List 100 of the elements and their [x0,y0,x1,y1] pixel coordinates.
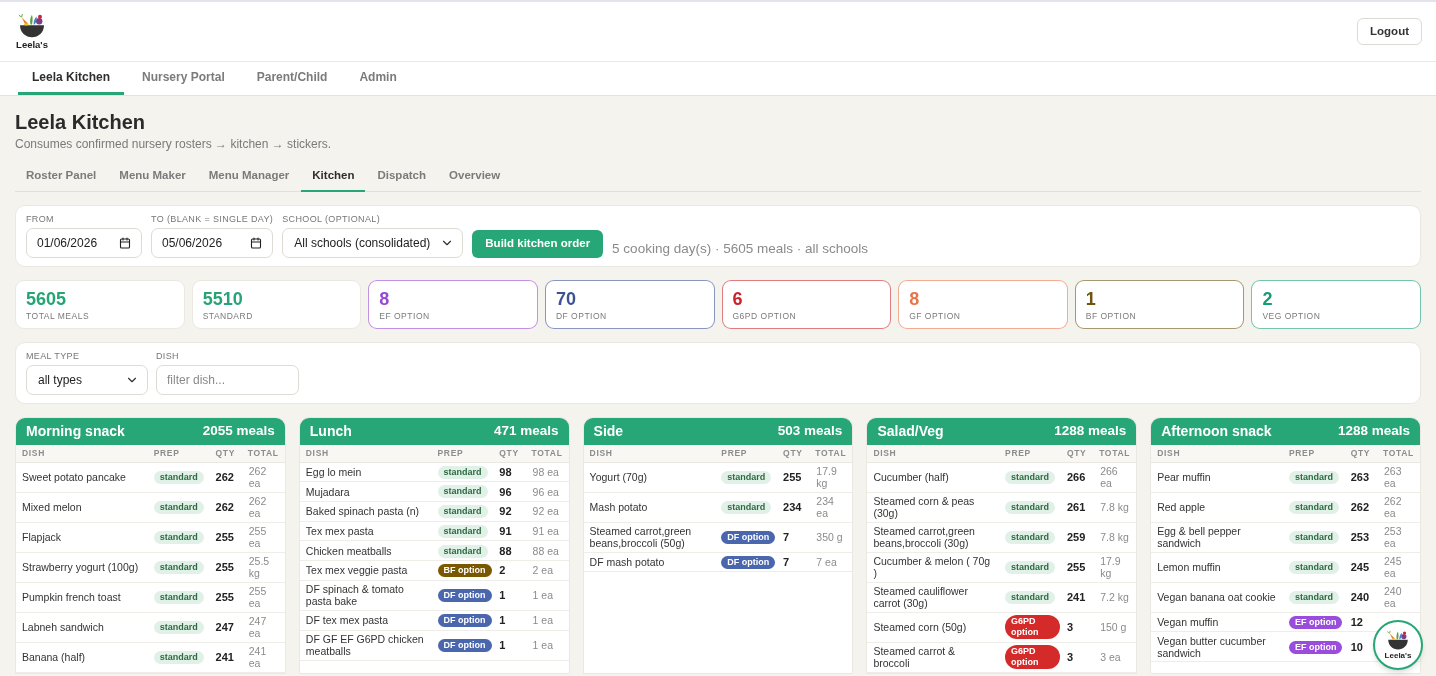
prep-tag: standard [721,500,772,514]
nav-tab[interactable]: Admin [345,62,411,95]
prep-tag: standard [437,524,488,538]
qty-cell: 1 [493,630,526,661]
prep-tag: DF option [721,530,776,544]
nav-tab[interactable]: Leela Kitchen [18,62,125,95]
column-header: QTY [1060,445,1094,462]
qty-cell: 247 [209,612,242,642]
meal-type-title: Afternoon snack [1161,422,1272,441]
field-label: DISH [156,351,180,361]
total-cell: 150 g [1093,612,1137,642]
select-field[interactable]: All schools (consolidated) [282,228,464,258]
dish-cell: Vegan butter cucumber sandwich [1151,631,1283,662]
stat-label: DF OPTION [555,311,608,321]
qty-cell: 266 [1060,462,1094,492]
total-cell: 92 ea [525,501,569,522]
stat-value: 8 [379,289,391,309]
total-cell: 91 ea [525,521,569,541]
dish-cell: Sweet potato pancake [16,462,148,492]
text-field[interactable]: filter dish... [156,365,299,395]
dish-cell: DF tex mex pasta [299,610,432,631]
dish-cell: Baked spinach pasta (n) [299,501,432,522]
prep-tag: EF option [1288,640,1343,654]
column-header: QTY [1344,445,1377,462]
total-cell: 253 ea [1376,522,1420,552]
dish-cell: Flapjack [16,522,148,552]
prep-tag: standard [153,620,204,634]
calendar-icon [250,237,263,249]
qty-cell: 7 [777,552,810,572]
prep-tag: standard [153,470,204,484]
column-header: TOTAL [1376,445,1420,462]
prep-tag: standard [1005,470,1056,484]
order-summary: 5 cooking day(s) · 5605 meals · all schools [612,241,868,257]
column-header: PREP [431,445,494,462]
dish-cell: Steamed carrot & broccoli [867,642,1000,672]
qty-cell: 262 [1344,492,1377,522]
stat-value: 6 [732,289,744,309]
prep-tag: DF option [437,614,492,628]
total-cell: 262 ea [241,492,285,522]
stat-label: TOTAL MEALS [26,311,91,321]
prep-tag: standard [1288,500,1339,514]
dish-cell: Cucumber (half) [867,462,1000,492]
section-tab[interactable]: Roster Panel [15,162,108,192]
prep-tag: G6PD option [1005,615,1060,639]
dish-cell: Chicken meatballs [299,540,432,561]
column-header: QTY [209,445,242,462]
prep-tag: G6PD option [1005,645,1060,669]
section-tab[interactable]: Menu Maker [108,162,197,192]
total-cell: 17.9 kg [809,462,853,492]
dish-cell: Pear muffin [1151,462,1283,492]
nav-tab[interactable]: Parent/Child [242,62,342,95]
prep-tag: DF option [437,638,492,652]
date-field[interactable]: 01/06/2026 [26,228,142,258]
section-tab[interactable]: Dispatch [366,162,438,192]
qty-cell: 234 [777,492,810,522]
dish-cell: Labneh sandwich [16,612,148,642]
stat-label: EF OPTION [379,311,431,321]
total-cell: 240 ea [1376,582,1420,612]
total-cell: 7 ea [809,552,853,572]
build-order-button[interactable]: Build kitchen order [472,230,604,258]
logo-text: Leela's [16,39,48,50]
prep-tag: standard [153,500,204,514]
prep-tag: standard [437,505,488,519]
meal-count: 503 meals [777,422,843,441]
section-tab[interactable]: Overview [438,162,512,192]
dish-cell: Pumpkin french toast [16,582,148,612]
page-title: Leela Kitchen [15,110,147,134]
dish-cell: Egg & bell pepper sandwich [1151,522,1283,552]
qty-cell: 262 [209,462,242,492]
column-header: PREP [147,445,210,462]
nav-tab[interactable]: Nursery Portal [128,62,239,95]
stat-value: 2 [1262,289,1274,309]
logout-button[interactable]: Logout [1357,18,1422,45]
qty-cell: 240 [1344,582,1377,612]
dish-cell: Steamed carrot,green beans,broccoli (50g) [583,522,716,552]
total-cell: 241 ea [241,642,285,672]
qty-cell: 98 [493,462,526,482]
stat-value: 1 [1085,289,1097,309]
bowl-icon [1385,630,1411,651]
prep-tag: standard [153,650,204,664]
section-tab[interactable]: Kitchen [301,162,366,192]
meal-type-title: Morning snack [26,422,125,441]
total-cell: 350 g [809,522,853,552]
dish-cell: Lemon muffin [1151,552,1283,582]
dish-cell: Tex mex pasta [299,521,432,541]
section-tab[interactable]: Menu Manager [197,162,301,192]
column-header: PREP [715,445,778,462]
dish-cell: Tex mex veggie pasta [299,560,432,581]
dish-cell: Vegan muffin [1151,612,1283,632]
qty-cell: 7 [777,522,810,552]
column-header: DISH [583,445,716,462]
date-field[interactable]: 05/06/2026 [151,228,274,258]
stat-label: STANDARD [202,311,254,321]
prep-tag: standard [153,590,204,604]
total-cell: 247 ea [241,612,285,642]
column-header: TOTAL [241,445,285,462]
qty-cell: 259 [1060,522,1094,552]
select-field[interactable]: all types [26,365,148,395]
total-cell: 255 ea [241,522,285,552]
prep-tag: standard [1288,590,1339,604]
